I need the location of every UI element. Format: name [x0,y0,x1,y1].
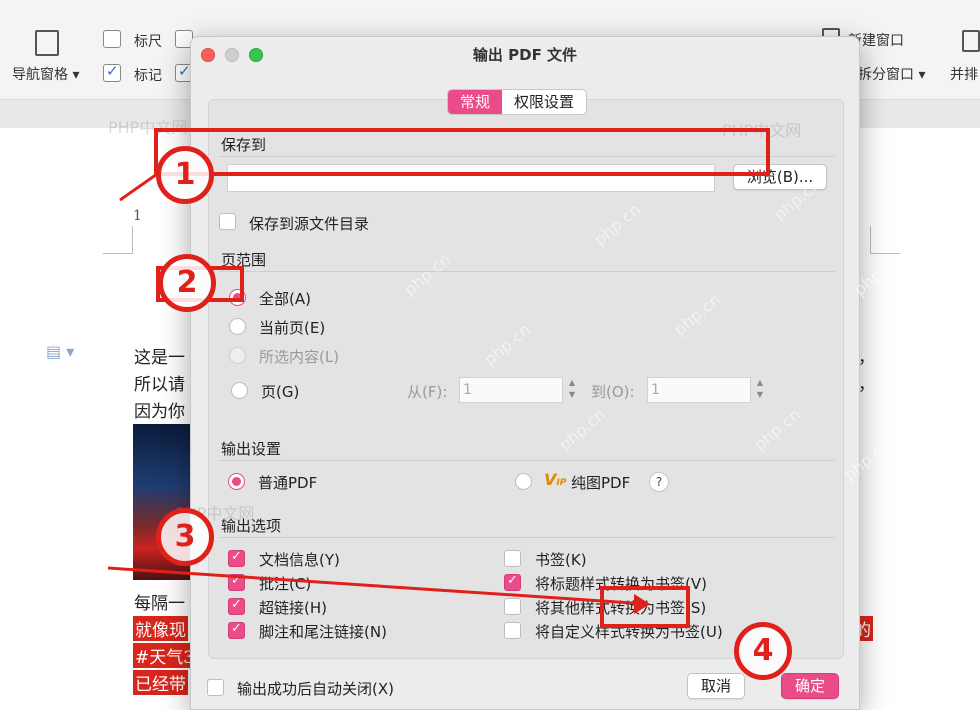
heading-to-bookmark-checkbox[interactable] [504,573,521,591]
bookmarks-checkbox[interactable] [504,550,521,567]
doc-line-1: 这是一 [134,348,185,368]
nav-pane-button[interactable]: 导航窗格 ▾ [12,64,79,84]
dialog-title: 输出 PDF 文件 [472,46,578,64]
doc-info-checkbox[interactable] [228,549,245,567]
ok-button[interactable]: 确定 [781,673,839,699]
range-pages-radio[interactable] [231,382,248,399]
output-settings-heading: 输出设置 [221,440,282,458]
save-to-source-label: 保存到源文件目录 [249,215,370,233]
bookmarks-label: 书签(K) [535,551,587,569]
side-by-side-icon[interactable] [962,30,980,52]
help-icon[interactable]: ? [649,472,669,492]
auto-close-checkbox[interactable] [207,679,224,696]
output-options-heading: 输出选项 [221,517,282,535]
page-corner-right [870,226,900,254]
save-to-divider [219,156,835,157]
custom-styles-bookmark-label: 将自定义样式转换为书签(U) [535,623,723,641]
range-selection-label: 所选内容(L) [259,348,340,366]
hyperlinks-label: 超链接(H) [259,599,327,617]
hyperlinks-checkbox[interactable] [228,597,245,615]
range-all-radio[interactable] [229,289,246,306]
doc-line-4: 每隔一 [134,594,185,614]
annotation-badge-3: 3 [156,508,214,566]
annotations-label: 批注(C) [259,575,312,593]
range-current-radio[interactable] [229,318,246,335]
save-to-heading: 保存到 [221,136,267,154]
doc-line-2-end: ， [858,375,875,395]
page-corner-left [103,226,133,254]
save-path-input[interactable] [227,164,715,192]
nav-pane-icon[interactable] [35,30,59,56]
heading-to-bookmark-label: 将标题样式转换为书签(V) [535,575,707,593]
from-page-input[interactable]: 1 [459,377,563,403]
ruler-label: 标尺 [134,34,162,50]
page-number: 1 [133,208,142,224]
from-page-stepper[interactable]: ▲ ▼ [565,377,579,403]
normal-pdf-radio[interactable] [228,473,245,490]
split-window-button[interactable]: 拆分窗口 ▾ [858,64,925,84]
annotations-checkbox[interactable] [228,573,245,591]
markup-checkbox[interactable] [103,62,121,82]
image-pdf-label: 纯图PDF [571,474,631,492]
output-options-divider [219,537,835,538]
markup-label: 标记 [134,68,162,84]
annotation-badge-1: 1 [156,146,214,204]
document-icon[interactable]: ▤ ▾ [46,342,74,361]
other-styles-bookmark-label: 将其他样式转换为书签(S) [535,599,707,617]
tab-bar: 常规 权限设置 [447,89,588,115]
doc-line-1-end: ， [858,348,875,368]
annotation-badge-4: 4 [734,622,792,680]
other-styles-bookmark-checkbox[interactable] [504,598,521,615]
to-page-input[interactable]: 1 [647,377,751,403]
save-to-source-checkbox[interactable] [219,213,236,230]
normal-pdf-label: 普通PDF [258,474,318,492]
vip-icon: VIP [544,470,567,489]
cancel-button[interactable]: 取消 [687,673,745,699]
custom-styles-bookmark-checkbox[interactable] [504,622,521,639]
annotation-badge-2: 2 [158,254,216,312]
doc-red-line-3: 已经带 [133,670,188,695]
doc-red-line-2: #天气3 [133,643,197,668]
tab-permissions[interactable]: 权限设置 [502,90,586,114]
page-range-heading: 页范围 [221,251,267,269]
ruler-checkbox[interactable] [103,30,121,48]
footnote-links-checkbox[interactable] [228,621,245,639]
browse-button[interactable]: 浏览(B)... [733,164,827,190]
output-settings-divider [219,460,835,461]
side-by-side-button[interactable]: 并排 [950,64,978,84]
image-pdf-radio[interactable] [515,473,532,490]
range-all-label: 全部(A) [259,290,311,308]
doc-red-line-1: 就像现 [133,616,188,641]
range-selection-radio [229,347,246,364]
auto-close-label: 输出成功后自动关闭(X) [237,680,394,698]
split-window-label: 拆分窗口 [858,67,914,83]
doc-line-2: 所以请 [134,375,185,395]
doc-info-label: 文档信息(Y) [259,551,340,569]
tab-general[interactable]: 常规 [448,90,503,114]
range-pages-label: 页(G) [261,383,300,401]
export-pdf-dialog: 输出 PDF 文件 常规 权限设置 保存到 浏览(B)... 保存到源文件目录 … [190,36,860,710]
range-current-label: 当前页(E) [259,319,326,337]
from-label: 从(F): [407,383,448,401]
nav-pane-label: 导航窗格 [12,67,68,83]
page-range-divider [219,271,835,272]
to-label: 到(O): [591,383,635,401]
footnote-links-label: 脚注和尾注链接(N) [259,623,387,641]
doc-line-3: 因为你 [134,402,185,422]
to-page-stepper[interactable]: ▲ ▼ [753,377,767,403]
